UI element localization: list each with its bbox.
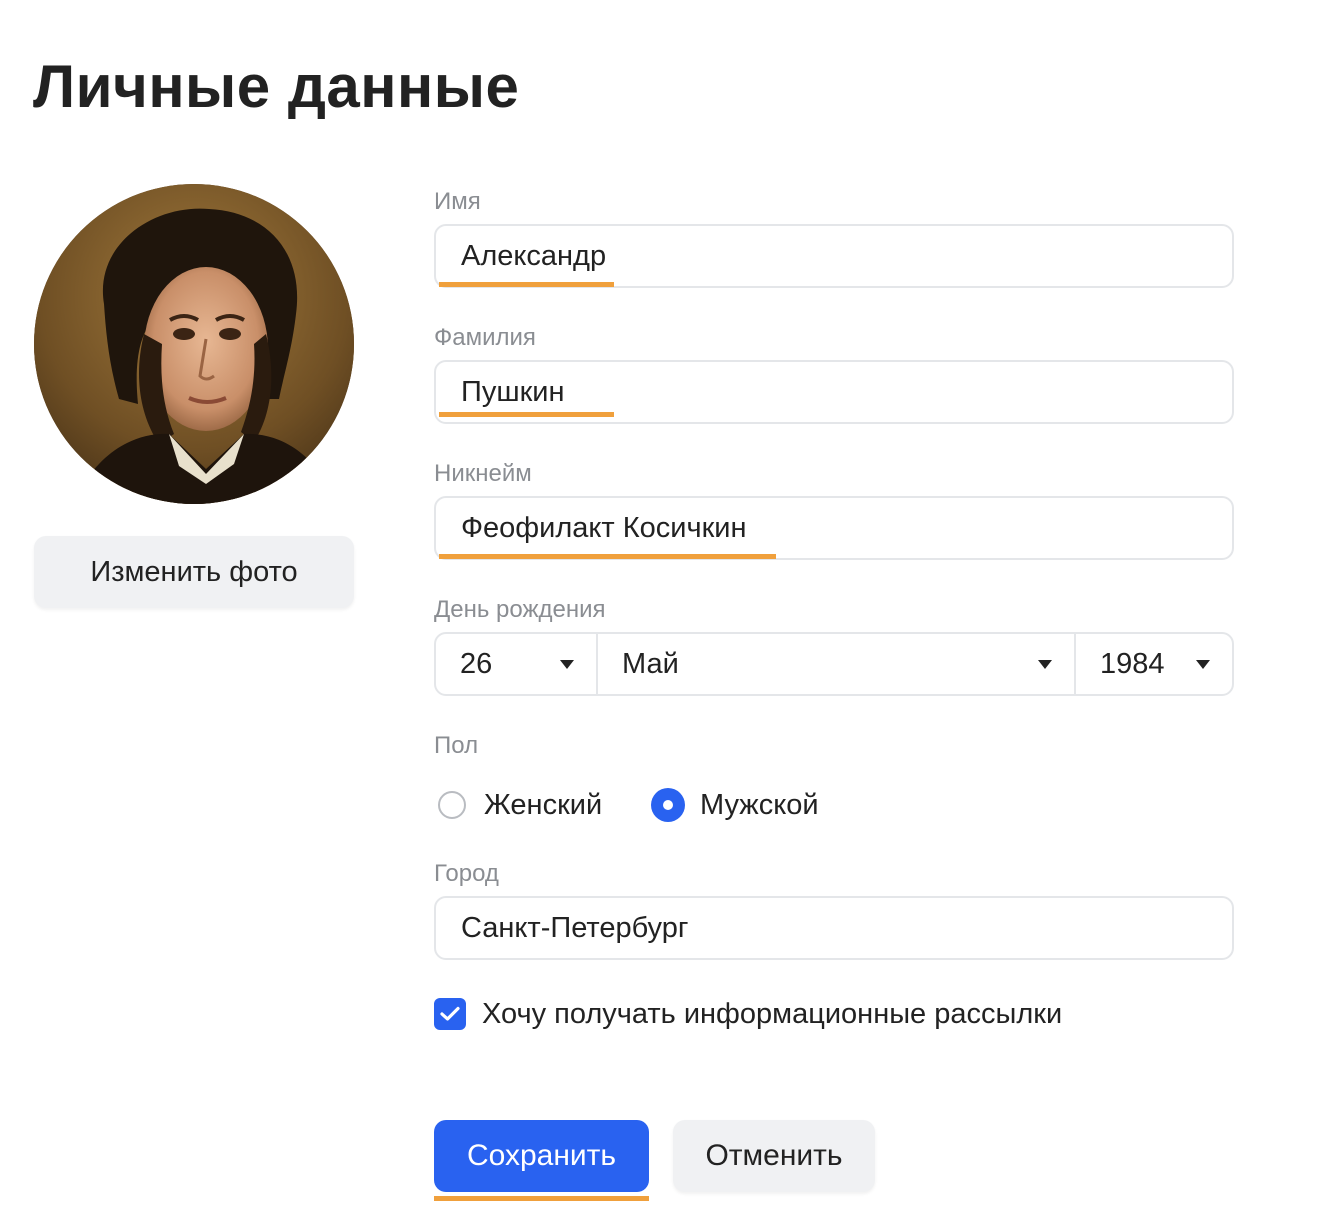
birthday-select-group: 26 Май 1984 [434, 632, 1234, 696]
gender-option-male[interactable]: Мужской [651, 784, 819, 826]
page-title: Личные данные [33, 53, 520, 120]
avatar [34, 184, 354, 504]
nickname-label: Никнейм [434, 460, 532, 487]
city-input[interactable] [434, 896, 1234, 960]
first-name-highlight [439, 282, 614, 287]
first-name-input[interactable] [434, 224, 1234, 288]
checkmark-icon [440, 1006, 460, 1021]
last-name-label: Фамилия [434, 324, 536, 351]
gender-option-label: Женский [484, 788, 603, 821]
newsletter-checkbox-row[interactable]: Хочу получать информационные рассылки [434, 994, 1062, 1034]
birthday-year-value: 1984 [1100, 647, 1165, 680]
avatar-portrait-image [34, 184, 354, 504]
caret-down-icon [560, 660, 574, 669]
nickname-input[interactable] [434, 496, 1234, 560]
newsletter-checkbox[interactable] [434, 998, 466, 1030]
save-button-highlight [434, 1196, 649, 1201]
gender-label: Пол [434, 732, 479, 759]
birthday-year-select[interactable]: 1984 [1074, 634, 1232, 694]
gender-option-female[interactable]: Женский [438, 784, 602, 826]
radio-unchecked-icon[interactable] [438, 791, 466, 819]
change-photo-button[interactable]: Изменить фото [34, 536, 354, 608]
birthday-month-value: Май [622, 647, 679, 680]
newsletter-label: Хочу получать информационные рассылки [482, 997, 1063, 1030]
nickname-highlight [439, 554, 776, 559]
cancel-button[interactable]: Отменить [673, 1120, 875, 1192]
birthday-day-select[interactable]: 26 [436, 634, 596, 694]
first-name-label: Имя [434, 188, 481, 215]
birthday-month-select[interactable]: Май [596, 634, 1074, 694]
caret-down-icon [1038, 660, 1052, 669]
birthday-label: День рождения [434, 596, 606, 623]
last-name-highlight [439, 412, 614, 417]
save-button[interactable]: Сохранить [434, 1120, 649, 1192]
caret-down-icon [1196, 660, 1210, 669]
gender-option-label: Мужской [700, 788, 819, 821]
city-label: Город [434, 860, 499, 887]
radio-checked-icon[interactable] [651, 788, 685, 822]
birthday-day-value: 26 [460, 647, 493, 680]
